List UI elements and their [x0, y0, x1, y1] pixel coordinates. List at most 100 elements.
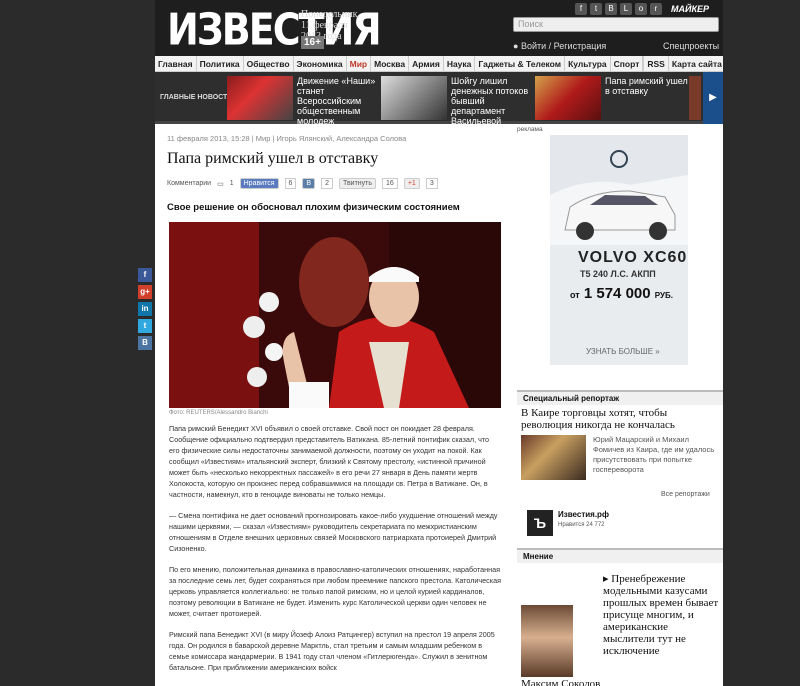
ad-more-label: УЗНАТЬ БОЛЬШЕ — [586, 347, 654, 356]
news-thumbnail — [535, 76, 601, 120]
article-photo[interactable] — [169, 222, 501, 408]
rss-icon[interactable]: r — [650, 3, 662, 15]
opinion-author-photo[interactable] — [521, 605, 573, 677]
nav-rss[interactable]: RSS — [643, 56, 669, 71]
twitter-icon[interactable]: t — [590, 3, 602, 15]
vk-icon[interactable]: В — [138, 336, 152, 350]
nav-item-economy[interactable]: Экономика — [294, 56, 347, 71]
vk-count: 2 — [321, 178, 333, 189]
all-reports-link[interactable]: Все репортажи — [661, 491, 710, 498]
livejournal-icon[interactable]: L — [620, 3, 632, 15]
site-header: ИЗВЕСТИЯ Понедельник, 11 февраля 2013 го… — [155, 0, 723, 56]
ad-price-value: 1 574 000 — [583, 285, 651, 302]
article-paragraph: По его мнению, положительная динамика в … — [169, 565, 501, 618]
izvestia-widget-like[interactable]: Нравится 24 772 — [558, 522, 609, 528]
ad-price-prefix: от — [570, 290, 580, 300]
comments-icon: ▭ — [217, 180, 224, 188]
main-news-item[interactable]: Папа римский ушел в отставку — [535, 76, 689, 120]
car-illustration — [550, 135, 688, 245]
linkedin-icon[interactable]: in — [138, 302, 152, 316]
nav-item-world[interactable]: Мир — [347, 56, 372, 71]
opinion-quote: Пренебрежение модельными казусами прошлы… — [603, 573, 719, 657]
age-badge: 16+ — [301, 36, 324, 49]
page: ИЗВЕСТИЯ Понедельник, 11 февраля 2013 го… — [155, 0, 723, 686]
share-bar: Комментарии ▭ 1 Нравится 6 В 2 Твитнуть … — [167, 178, 438, 189]
like-count: 24 772 — [586, 522, 605, 528]
main-news-label: ГЛАВНЫЕ НОВОСТИ — [160, 94, 233, 101]
double-chevron-icon: » — [655, 347, 660, 356]
volvo-ad-banner[interactable]: VOLVO XC60 T5 240 Л.С. АКПП от 1 574 000… — [550, 135, 688, 365]
ad-brand: VOLVO XC60 — [578, 249, 688, 266]
special-report-text: Юрий Мацарский и Михаил Фомичев из Каира… — [593, 435, 715, 474]
header-social-icons: f t В L о r — [575, 3, 662, 15]
ad-price: от 1 574 000 РУБ. — [570, 285, 673, 302]
opinion-heading[interactable]: Мнение — [517, 548, 723, 563]
special-report-thumbnail[interactable] — [521, 435, 586, 480]
article-meta: 11 февраля 2013, 15:28 | Мир | Игорь Яля… — [167, 134, 407, 143]
news-headline: Шойгу лишил денежных потоков бывший депа… — [451, 76, 529, 126]
like-label: Нравится — [558, 522, 585, 528]
gplus-button[interactable]: +1 — [403, 178, 420, 189]
facebook-icon[interactable]: f — [575, 3, 587, 15]
izvestia-widget-name[interactable]: Известия.рф — [558, 510, 609, 519]
izvestia-widget-info: Известия.рф Нравится 24 772 — [558, 510, 609, 536]
nav-item-army[interactable]: Армия — [409, 56, 444, 71]
article-paragraph: — Смена понтифика не дает оснований прог… — [169, 511, 498, 553]
special-projects-link[interactable]: Спецпроекты — [663, 41, 719, 51]
article-paragraph: Папа римский Бенедикт XVI объявил о свое… — [169, 424, 490, 499]
main-news-item[interactable]: Шойгу лишил денежных потоков бывший депа… — [381, 76, 535, 126]
photo-caption: Фото: REUTERS/Alessandro Bianchi — [169, 410, 268, 416]
search-input[interactable]: Поиск — [513, 17, 719, 32]
news-thumbnail — [689, 76, 701, 120]
article-title: Папа римский ушел в отставку — [167, 150, 379, 167]
main-news-item[interactable]: Движение «Наши» станет Всероссийским общ… — [227, 76, 381, 126]
news-headline: Папа римский ушел в отставку — [605, 76, 688, 96]
odnoklassniki-icon[interactable]: о — [635, 3, 647, 15]
chevron-right-icon: ▶ — [709, 92, 717, 103]
main-nav: Главная Политика Общество Экономика Мир … — [155, 56, 723, 72]
login-link[interactable]: ● Войти / Регистрация — [513, 41, 606, 51]
article-lead: Свое решение он обосновал плохим физичес… — [167, 202, 460, 213]
special-report-heading[interactable]: Специальный репортаж — [517, 390, 723, 405]
ad-currency: РУБ. — [654, 291, 673, 300]
facebook-like-button[interactable]: Нравится — [239, 178, 279, 189]
special-report-title[interactable]: В Каире торговцы хотят, чтобы революция … — [521, 407, 721, 431]
izvestia-widget-logo[interactable]: Ъ — [527, 510, 553, 536]
ad-more-link[interactable]: УЗНАТЬ БОЛЬШЕ » — [586, 347, 660, 356]
article-body: Папа римский Бенедикт XVI объявил о свое… — [169, 423, 501, 683]
maker-logo[interactable]: МАЙКЕР — [671, 4, 709, 14]
nav-item-culture[interactable]: Культура — [565, 56, 611, 71]
login-label: Войти / Регистрация — [520, 41, 607, 51]
comments-label[interactable]: Комментарии — [167, 180, 211, 187]
like-count: 6 — [284, 178, 297, 189]
nav-item-sport[interactable]: Спорт — [611, 56, 644, 71]
tweet-count: 16 — [382, 178, 398, 189]
main-news-strip: ГЛАВНЫЕ НОВОСТИ Движение «Наши» станет В… — [155, 72, 723, 126]
twitter-icon[interactable]: t — [138, 319, 152, 333]
floating-share-bar: f g+ in t В — [138, 268, 152, 350]
izvestia-social-widget: Ъ Известия.рф Нравится 24 772 — [527, 510, 609, 536]
news-thumbnail — [381, 76, 447, 120]
news-thumbnail — [227, 76, 293, 120]
pope-photo-illustration — [169, 222, 501, 408]
ad-spec: T5 240 Л.С. АКПП — [580, 269, 656, 279]
gplus-count: 3 — [425, 178, 438, 189]
nav-item-science[interactable]: Наука — [444, 56, 476, 71]
facebook-icon[interactable]: f — [138, 268, 152, 282]
tweet-button[interactable]: Твитнуть — [339, 178, 377, 189]
strip-next-button[interactable]: ▶ — [703, 72, 723, 124]
nav-item-moscow[interactable]: Москва — [371, 56, 410, 71]
opinion-text[interactable]: ▸ Пренебрежение модельными казусами прош… — [603, 573, 721, 657]
news-headline: Движение «Наши» станет Всероссийским общ… — [297, 76, 376, 126]
nav-item-politics[interactable]: Политика — [197, 56, 244, 71]
user-icon: ● — [513, 41, 519, 51]
vk-icon[interactable]: В — [605, 3, 617, 15]
nav-item-gadgets[interactable]: Гаджеты & Телеком — [475, 56, 566, 71]
ad-label: реклама — [517, 126, 543, 133]
google-plus-icon[interactable]: g+ — [138, 285, 152, 299]
opinion-author[interactable]: Максим Соколов — [521, 678, 600, 686]
nav-item-society[interactable]: Общество — [244, 56, 294, 71]
nav-sitemap[interactable]: Карта сайта — [669, 56, 723, 71]
nav-item-home[interactable]: Главная — [155, 56, 197, 71]
vk-share-button[interactable]: В — [302, 178, 316, 189]
